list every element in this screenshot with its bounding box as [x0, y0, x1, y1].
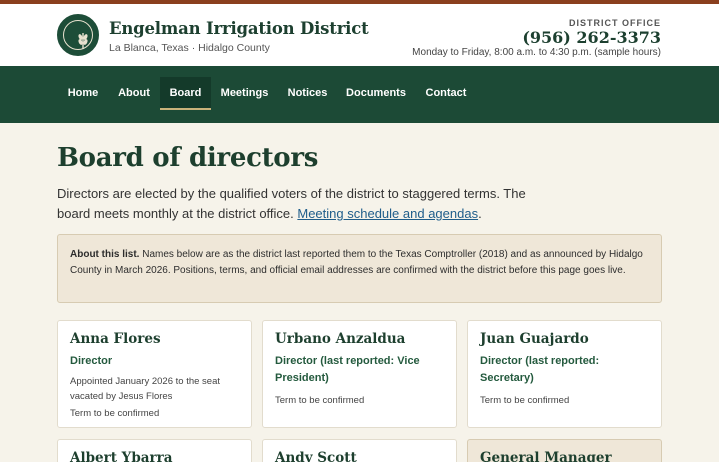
director-role: Director	[70, 355, 113, 367]
seal-ring	[63, 20, 93, 50]
wheat-icon	[78, 33, 88, 49]
director-term: Term to be confirmed	[275, 395, 365, 406]
site-title[interactable]: Engelman Irrigation District	[109, 19, 369, 38]
director-name: Anna Flores	[70, 331, 161, 347]
director-term: Term to be confirmed	[70, 408, 160, 419]
director-name: Albert Ybarra	[70, 450, 173, 462]
district-seal-logo[interactable]	[57, 14, 99, 56]
notice-label: About this list.	[70, 249, 140, 260]
main-nav: Home About Board Meetings Notices Docume…	[0, 66, 719, 123]
office-phone-link[interactable]: (956) 262-3373	[522, 28, 661, 47]
intro-paragraph: Directors are elected by the qualified v…	[57, 184, 527, 224]
nav-home[interactable]: Home	[58, 77, 108, 110]
director-name: Andy Scott	[275, 450, 357, 462]
site-location: La Blanca, Texas · Hidalgo County	[109, 42, 270, 54]
nav-board[interactable]: Board	[160, 77, 211, 110]
director-card: Albert Ybarra	[57, 439, 252, 462]
director-name: Juan Guajardo	[480, 331, 589, 347]
director-name: Urbano Anzaldua	[275, 331, 406, 347]
page-title: Board of directors	[57, 143, 319, 173]
director-card: Urbano Anzaldua Director (last reported:…	[262, 320, 457, 428]
director-term: Term to be confirmed	[480, 395, 570, 406]
notice-text: Names below are as the district last rep…	[70, 249, 643, 276]
nav-contact[interactable]: Contact	[418, 77, 474, 110]
nav-notices[interactable]: Notices	[280, 77, 335, 110]
nav-meetings[interactable]: Meetings	[214, 77, 275, 110]
meeting-schedule-link[interactable]: Meeting schedule and agendas	[297, 206, 478, 221]
director-card: Anna Flores Director Appointed January 2…	[57, 320, 252, 428]
general-manager-title: General Manager	[480, 450, 612, 462]
site-header: Engelman Irrigation District La Blanca, …	[0, 4, 719, 66]
director-note: Appointed January 2026 to the seat vacat…	[70, 376, 221, 402]
list-notice-box: About this list. Names below are as the …	[57, 234, 662, 303]
office-label: DISTRICT OFFICE	[569, 18, 661, 28]
director-card: Juan Guajardo Director (last reported: S…	[467, 320, 662, 428]
general-manager-card: General Manager	[467, 439, 662, 462]
director-card: Andy Scott	[262, 439, 457, 462]
intro-period: .	[478, 206, 482, 221]
nav-about[interactable]: About	[111, 77, 157, 110]
nav-documents[interactable]: Documents	[340, 77, 412, 110]
director-role: Director (last reported: Secretary)	[480, 355, 600, 384]
director-role: Director (last reported: Vice President)	[275, 355, 420, 384]
office-hours: Monday to Friday, 8:00 a.m. to 4:30 p.m.…	[412, 47, 661, 58]
